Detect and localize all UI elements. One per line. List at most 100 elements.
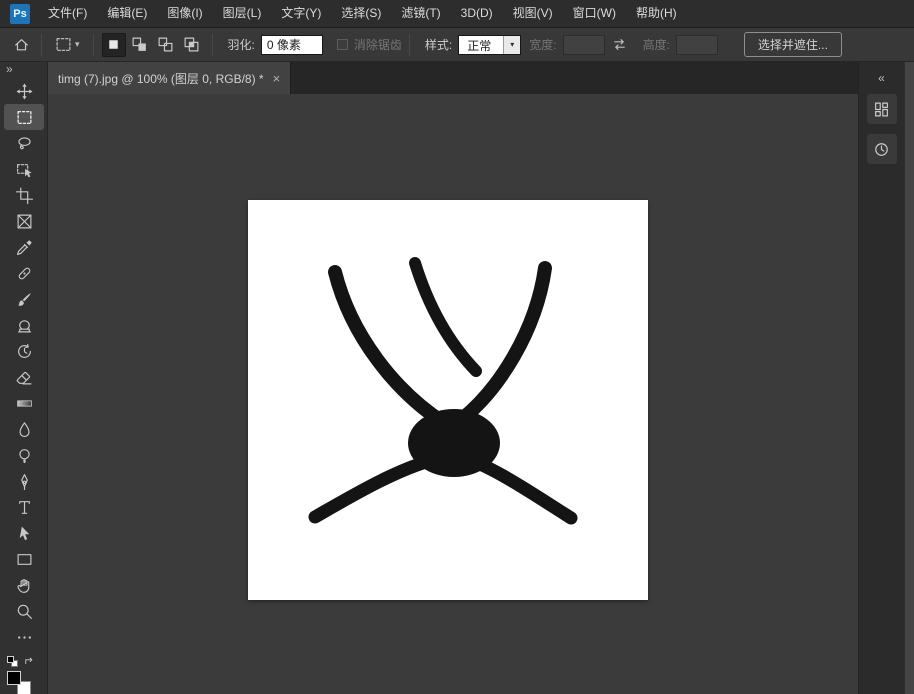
tool-pen[interactable] [4, 468, 44, 494]
ellipsis-icon [16, 629, 33, 646]
select-and-mask-button[interactable]: 选择并遮住... [744, 32, 842, 57]
intersect-selection-icon [183, 36, 200, 53]
eraser-tool-icon [16, 369, 33, 386]
crop-tool-icon [16, 187, 33, 204]
height-label: 高度: [643, 36, 670, 53]
menu-view[interactable]: 视图(V) [503, 0, 563, 27]
style-select[interactable]: 正常 ▾ [458, 35, 521, 55]
menu-image[interactable]: 图像(I) [157, 0, 212, 27]
object-selection-tool-icon [16, 161, 33, 178]
tool-frame[interactable] [4, 208, 44, 234]
panel-dock-edge [904, 62, 914, 694]
eyedropper-tool-icon [16, 239, 33, 256]
divider [41, 34, 42, 56]
tool-zoom[interactable] [4, 598, 44, 624]
antialias-checkbox[interactable]: 消除锯齿 [337, 36, 402, 53]
dodge-tool-icon [16, 447, 33, 464]
tool-rectangular-marquee[interactable] [4, 104, 44, 130]
tool-object-selection[interactable] [4, 156, 44, 182]
frame-tool-icon [16, 213, 33, 230]
pen-tool-icon [16, 473, 33, 490]
tool-gradient[interactable] [4, 390, 44, 416]
width-label: 宽度: [529, 36, 556, 53]
swap-width-height-button[interactable] [609, 34, 631, 56]
tools-panel-collapse[interactable]: » [0, 62, 47, 76]
new-selection-button[interactable] [102, 33, 126, 57]
tool-clone-stamp[interactable] [4, 312, 44, 338]
tool-dodge[interactable] [4, 442, 44, 468]
tool-rectangle[interactable] [4, 546, 44, 572]
add-to-selection-button[interactable] [128, 33, 152, 57]
path-selection-tool-icon [16, 525, 33, 542]
menu-help[interactable]: 帮助(H) [626, 0, 687, 27]
photoshop-window: Ps 文件(F) 编辑(E) 图像(I) 图层(L) 文字(Y) 选择(S) 滤… [0, 0, 914, 694]
tool-brush[interactable] [4, 286, 44, 312]
close-icon[interactable]: × [273, 72, 281, 85]
default-colors-icon[interactable] [7, 656, 18, 667]
collapsed-panel-button-1[interactable] [867, 94, 897, 124]
checkbox-icon [337, 39, 348, 50]
menu-3d[interactable]: 3D(D) [451, 0, 503, 27]
menu-file[interactable]: 文件(F) [38, 0, 97, 27]
menu-edit[interactable]: 编辑(E) [97, 0, 157, 27]
document-workspace: timg (7).jpg @ 100% (图层 0, RGB/8) * × [48, 62, 858, 694]
tool-history-brush[interactable] [4, 338, 44, 364]
tool-spot-healing[interactable] [4, 260, 44, 286]
divider [93, 34, 94, 56]
chevron-down-icon: ▾ [75, 39, 80, 50]
clone-stamp-tool-icon [16, 317, 33, 334]
menu-layer[interactable]: 图层(L) [213, 0, 272, 27]
feather-input[interactable] [261, 35, 323, 55]
tools-panel: » [0, 62, 48, 694]
move-tool-icon [16, 83, 33, 100]
menu-select[interactable]: 选择(S) [331, 0, 391, 27]
marquee-tool-icon [16, 109, 33, 126]
history-panel-button[interactable] [867, 134, 897, 164]
home-button[interactable] [8, 32, 34, 58]
photoshop-logo-icon: Ps [10, 4, 30, 24]
healing-brush-tool-icon [16, 265, 33, 282]
new-selection-icon [105, 36, 122, 53]
foreground-color-swatch[interactable] [7, 671, 21, 685]
chevron-down-icon: ▾ [503, 36, 520, 54]
hand-tool-icon [16, 577, 33, 594]
subtract-from-selection-button[interactable] [154, 33, 178, 57]
panels-collapse[interactable]: « [859, 62, 904, 94]
rectangle-tool-icon [16, 551, 33, 568]
tool-move[interactable] [4, 78, 44, 104]
marquee-tool-icon [55, 36, 72, 53]
gradient-tool-icon [16, 395, 33, 412]
panels-grid-icon [873, 101, 890, 118]
add-selection-icon [131, 36, 148, 53]
tool-lasso[interactable] [4, 130, 44, 156]
zoom-tool-icon [16, 603, 33, 620]
menu-bar: Ps 文件(F) 编辑(E) 图像(I) 图层(L) 文字(Y) 选择(S) 滤… [0, 0, 914, 28]
feather-label: 羽化: [228, 36, 255, 53]
menu-window[interactable]: 窗口(W) [563, 0, 626, 27]
document-tab[interactable]: timg (7).jpg @ 100% (图层 0, RGB/8) * × [48, 62, 291, 94]
canvas-area[interactable] [48, 94, 858, 694]
menu-filter[interactable]: 滤镜(T) [391, 0, 450, 27]
antialias-label: 消除锯齿 [354, 36, 402, 53]
tool-preset-picker[interactable]: ▾ [49, 36, 86, 53]
intersect-selection-button[interactable] [180, 33, 204, 57]
lasso-tool-icon [16, 135, 33, 152]
menu-type[interactable]: 文字(Y) [271, 0, 331, 27]
history-clock-icon [873, 141, 890, 158]
tool-eraser[interactable] [4, 364, 44, 390]
swap-colors-icon[interactable] [24, 656, 35, 667]
tool-type[interactable] [4, 494, 44, 520]
tool-crop[interactable] [4, 182, 44, 208]
tool-blur[interactable] [4, 416, 44, 442]
style-label: 样式: [425, 36, 452, 53]
tool-eyedropper[interactable] [4, 234, 44, 260]
swap-icon [611, 36, 628, 53]
tool-hand[interactable] [4, 572, 44, 598]
document-image[interactable] [248, 200, 648, 600]
height-input[interactable] [676, 35, 718, 55]
tool-path-selection[interactable] [4, 520, 44, 546]
subtract-selection-icon [157, 36, 174, 53]
divider [212, 34, 213, 56]
width-input[interactable] [563, 35, 605, 55]
tool-more[interactable] [4, 624, 44, 650]
